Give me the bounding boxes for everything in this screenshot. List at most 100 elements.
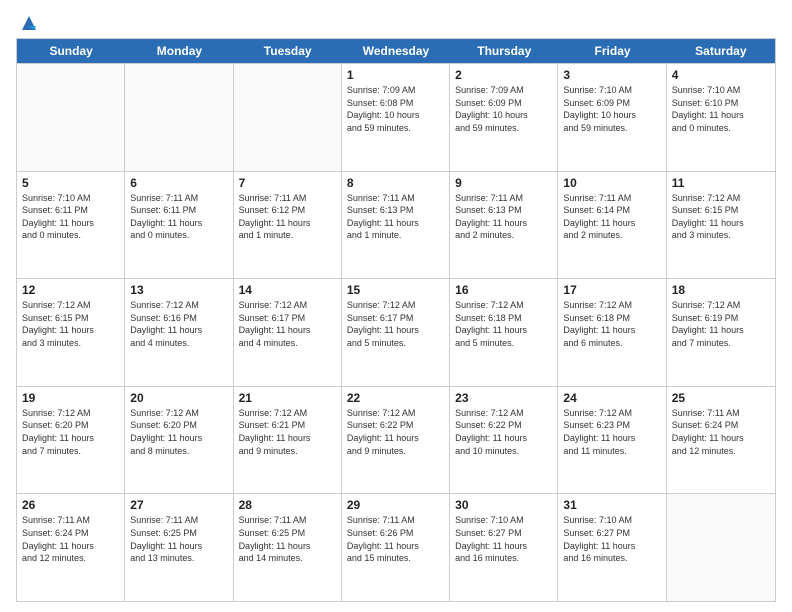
cal-cell: 30Sunrise: 7:10 AM Sunset: 6:27 PM Dayli… — [450, 494, 558, 601]
day-info: Sunrise: 7:11 AM Sunset: 6:24 PM Dayligh… — [22, 514, 119, 564]
cal-cell: 15 Sunrise: 7:12 AM Sunset: 6:17 PM Dayli… — [342, 279, 450, 386]
day-info: Sunrise: 7:12 AM Sunset: 6:20 PM Dayligh… — [130, 407, 227, 457]
cal-cell: 5 Sunrise: 7:10 AM Sunset: 6:11 PM Daylig… — [17, 172, 125, 279]
cal-cell: 21 Sunrise: 7:12 AM Sunset: 6:21 PM Dayli… — [234, 387, 342, 494]
day-number: 11 — [672, 176, 770, 190]
cal-cell: 8Sunrise: 7:11 AM Sunset: 6:13 PM Daylig… — [342, 172, 450, 279]
cal-cell: 1Sunrise: 7:09 AM Sunset: 6:08 PM Daylig… — [342, 64, 450, 171]
day-info: Sunrise: 7:12 AM Sunset: 6:17 PM Dayligh… — [347, 299, 444, 349]
cal-header-day: Monday — [125, 39, 233, 63]
day-number: 30 — [455, 498, 552, 512]
day-info: Sunrise: 7:10 AM Sunset: 6:11 PM Dayligh… — [22, 192, 119, 242]
day-number: 9 — [455, 176, 552, 190]
day-number: 16 — [455, 283, 552, 297]
day-number: 27 — [130, 498, 227, 512]
page: SundayMondayTuesdayWednesdayThursdayFrid… — [0, 0, 792, 612]
day-info: Sunrise: 7:11 AM Sunset: 6:25 PM Dayligh… — [239, 514, 336, 564]
cal-week: 5 Sunrise: 7:10 AM Sunset: 6:11 PM Daylig… — [17, 171, 775, 279]
cal-week: 19 Sunrise: 7:12 AM Sunset: 6:20 PM Dayli… — [17, 386, 775, 494]
calendar-header: SundayMondayTuesdayWednesdayThursdayFrid… — [17, 39, 775, 63]
cal-cell: 26 Sunrise: 7:11 AM Sunset: 6:24 PM Dayli… — [17, 494, 125, 601]
day-number: 13 — [130, 283, 227, 297]
day-info: Sunrise: 7:12 AM Sunset: 6:22 PM Dayligh… — [455, 407, 552, 457]
day-info: Sunrise: 7:12 AM Sunset: 6:22 PM Dayligh… — [347, 407, 444, 457]
day-number: 14 — [239, 283, 336, 297]
day-info: Sunrise: 7:12 AM Sunset: 6:15 PM Dayligh… — [672, 192, 770, 242]
cal-week: 26 Sunrise: 7:11 AM Sunset: 6:24 PM Dayli… — [17, 493, 775, 601]
day-info: Sunrise: 7:10 AM Sunset: 6:27 PM Dayligh… — [563, 514, 660, 564]
day-number: 18 — [672, 283, 770, 297]
day-info: Sunrise: 7:11 AM Sunset: 6:25 PM Dayligh… — [130, 514, 227, 564]
cal-cell: 19 Sunrise: 7:12 AM Sunset: 6:20 PM Dayli… — [17, 387, 125, 494]
day-number: 6 — [130, 176, 227, 190]
day-number: 5 — [22, 176, 119, 190]
day-number: 2 — [455, 68, 552, 82]
cal-cell: 10 Sunrise: 7:11 AM Sunset: 6:14 PM Dayli… — [558, 172, 666, 279]
header — [16, 12, 776, 30]
cal-cell: 2 Sunrise: 7:09 AM Sunset: 6:09 PM Daylig… — [450, 64, 558, 171]
cal-cell: 31 Sunrise: 7:10 AM Sunset: 6:27 PM Dayli… — [558, 494, 666, 601]
logo — [16, 12, 40, 30]
day-number: 22 — [347, 391, 444, 405]
cal-cell — [125, 64, 233, 171]
day-info: Sunrise: 7:11 AM Sunset: 6:12 PM Dayligh… — [239, 192, 336, 242]
cal-cell: 23 Sunrise: 7:12 AM Sunset: 6:22 PM Dayli… — [450, 387, 558, 494]
day-number: 3 — [563, 68, 660, 82]
day-number: 24 — [563, 391, 660, 405]
cal-header-day: Sunday — [17, 39, 125, 63]
cal-cell: 3Sunrise: 7:10 AM Sunset: 6:09 PM Daylig… — [558, 64, 666, 171]
cal-cell: 22 Sunrise: 7:12 AM Sunset: 6:22 PM Dayli… — [342, 387, 450, 494]
cal-cell: 28 Sunrise: 7:11 AM Sunset: 6:25 PM Dayli… — [234, 494, 342, 601]
day-number: 10 — [563, 176, 660, 190]
day-number: 8 — [347, 176, 444, 190]
calendar: SundayMondayTuesdayWednesdayThursdayFrid… — [16, 38, 776, 602]
cal-week: 12 Sunrise: 7:12 AM Sunset: 6:15 PM Dayli… — [17, 278, 775, 386]
day-number: 17 — [563, 283, 660, 297]
day-number: 15 — [347, 283, 444, 297]
day-info: Sunrise: 7:11 AM Sunset: 6:26 PM Dayligh… — [347, 514, 444, 564]
cal-cell: 27 Sunrise: 7:11 AM Sunset: 6:25 PM Dayli… — [125, 494, 233, 601]
calendar-body: 1Sunrise: 7:09 AM Sunset: 6:08 PM Daylig… — [17, 63, 775, 601]
cal-cell: 9 Sunrise: 7:11 AM Sunset: 6:13 PM Daylig… — [450, 172, 558, 279]
day-number: 7 — [239, 176, 336, 190]
cal-cell: 25Sunrise: 7:11 AM Sunset: 6:24 PM Dayli… — [667, 387, 775, 494]
cal-header-day: Wednesday — [342, 39, 450, 63]
day-info: Sunrise: 7:12 AM Sunset: 6:18 PM Dayligh… — [455, 299, 552, 349]
cal-cell: 29 Sunrise: 7:11 AM Sunset: 6:26 PM Dayli… — [342, 494, 450, 601]
day-info: Sunrise: 7:11 AM Sunset: 6:11 PM Dayligh… — [130, 192, 227, 242]
day-info: Sunrise: 7:11 AM Sunset: 6:14 PM Dayligh… — [563, 192, 660, 242]
day-info: Sunrise: 7:09 AM Sunset: 6:09 PM Dayligh… — [455, 84, 552, 134]
cal-cell: 18 Sunrise: 7:12 AM Sunset: 6:19 PM Dayli… — [667, 279, 775, 386]
day-number: 4 — [672, 68, 770, 82]
day-info: Sunrise: 7:12 AM Sunset: 6:21 PM Dayligh… — [239, 407, 336, 457]
day-info: Sunrise: 7:10 AM Sunset: 6:10 PM Dayligh… — [672, 84, 770, 134]
cal-cell — [667, 494, 775, 601]
cal-week: 1Sunrise: 7:09 AM Sunset: 6:08 PM Daylig… — [17, 63, 775, 171]
day-number: 19 — [22, 391, 119, 405]
day-number: 21 — [239, 391, 336, 405]
cal-cell: 24 Sunrise: 7:12 AM Sunset: 6:23 PM Dayli… — [558, 387, 666, 494]
day-number: 12 — [22, 283, 119, 297]
day-info: Sunrise: 7:12 AM Sunset: 6:16 PM Dayligh… — [130, 299, 227, 349]
cal-cell: 12 Sunrise: 7:12 AM Sunset: 6:15 PM Dayli… — [17, 279, 125, 386]
day-number: 28 — [239, 498, 336, 512]
day-number: 26 — [22, 498, 119, 512]
cal-cell — [234, 64, 342, 171]
cal-cell: 20Sunrise: 7:12 AM Sunset: 6:20 PM Dayli… — [125, 387, 233, 494]
day-info: Sunrise: 7:12 AM Sunset: 6:19 PM Dayligh… — [672, 299, 770, 349]
day-number: 31 — [563, 498, 660, 512]
day-info: Sunrise: 7:12 AM Sunset: 6:15 PM Dayligh… — [22, 299, 119, 349]
day-number: 1 — [347, 68, 444, 82]
day-number: 29 — [347, 498, 444, 512]
day-info: Sunrise: 7:12 AM Sunset: 6:23 PM Dayligh… — [563, 407, 660, 457]
cal-header-day: Friday — [558, 39, 666, 63]
day-info: Sunrise: 7:12 AM Sunset: 6:17 PM Dayligh… — [239, 299, 336, 349]
day-number: 23 — [455, 391, 552, 405]
cal-cell: 13 Sunrise: 7:12 AM Sunset: 6:16 PM Dayli… — [125, 279, 233, 386]
day-info: Sunrise: 7:12 AM Sunset: 6:20 PM Dayligh… — [22, 407, 119, 457]
day-info: Sunrise: 7:12 AM Sunset: 6:18 PM Dayligh… — [563, 299, 660, 349]
day-info: Sunrise: 7:11 AM Sunset: 6:24 PM Dayligh… — [672, 407, 770, 457]
cal-cell: 6 Sunrise: 7:11 AM Sunset: 6:11 PM Daylig… — [125, 172, 233, 279]
cal-cell: 4 Sunrise: 7:10 AM Sunset: 6:10 PM Daylig… — [667, 64, 775, 171]
day-info: Sunrise: 7:11 AM Sunset: 6:13 PM Dayligh… — [455, 192, 552, 242]
